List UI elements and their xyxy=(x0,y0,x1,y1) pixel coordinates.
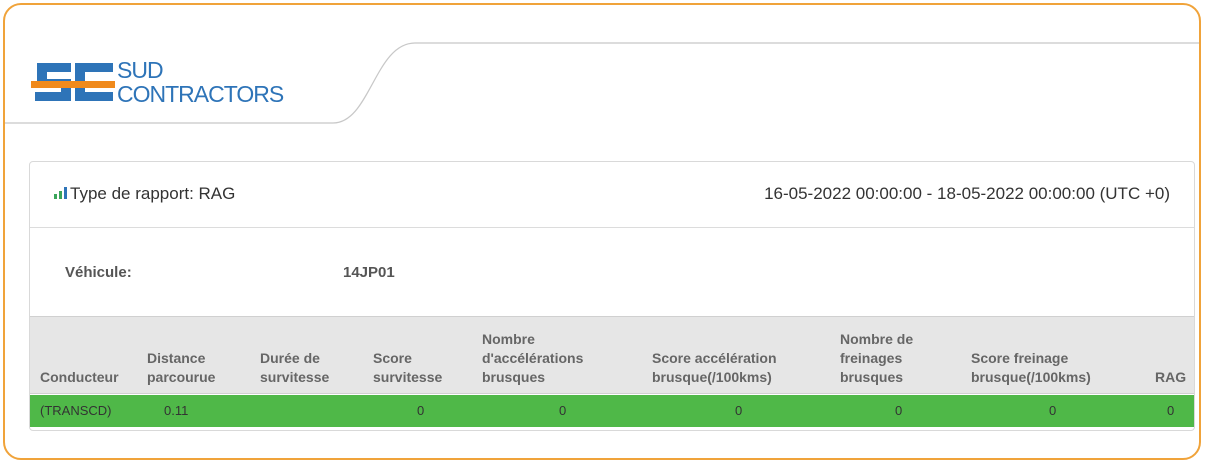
col-header-rag: RAG xyxy=(1155,369,1187,385)
cell-harsh-brake-score: 0 xyxy=(1049,403,1057,418)
date-range: 16-05-2022 00:00:00 - 18-05-2022 00:00:0… xyxy=(764,184,1170,203)
col-header-speeding-score: Score survitesse xyxy=(373,350,443,385)
bar-chart-icon xyxy=(54,187,67,199)
report-panel: Type de rapport: RAG 16-05-2022 00:00:00… xyxy=(29,161,1195,431)
logo-mark-icon xyxy=(31,63,115,101)
col-header-harsh-brake-count: Nombre de freinages brusques xyxy=(840,331,914,385)
vehicle-label: Véhicule: xyxy=(65,264,132,281)
logo-text-line1: SUD xyxy=(117,57,164,83)
cell-harsh-accel-score: 0 xyxy=(735,403,743,418)
col-header-harsh-brake-score: Score freinage brusque(/100kms) xyxy=(971,350,1091,385)
logo-text-line2: CONTRACTORS xyxy=(117,81,284,107)
col-header-speeding-duration: Durée de survitesse xyxy=(260,350,330,385)
col-header-harsh-accel-count: Nombre d'accélérations brusques xyxy=(482,331,584,385)
table-header: Conducteur Distance parcourue Durée de s… xyxy=(30,316,1194,394)
vehicle-value: 14JP01 xyxy=(343,264,395,281)
cell-harsh-brake-count: 0 xyxy=(895,403,903,418)
col-header-driver: Conducteur xyxy=(40,369,119,385)
cell-driver: (TRANSCD) xyxy=(40,403,112,418)
company-logo: SUD CONTRACTORS xyxy=(31,57,331,113)
col-header-harsh-accel-score: Score accélération brusque(/100kms) xyxy=(652,350,777,385)
report-frame: SUD CONTRACTORS Type de rapport: RAG 16-… xyxy=(3,3,1201,460)
report-type-label: Type de rapport: RAG xyxy=(70,184,236,203)
cell-speeding-score: 0 xyxy=(417,403,425,418)
report-header: Type de rapport: RAG 16-05-2022 00:00:00… xyxy=(30,162,1194,228)
cell-rag: 0 xyxy=(1167,403,1175,418)
cell-distance: 0.11 xyxy=(164,403,189,418)
table-row[interactable]: (TRANSCD) 0.11 0 0 0 0 0 0 xyxy=(30,395,1194,427)
col-header-distance: Distance parcourue xyxy=(147,350,216,385)
cell-harsh-accel-count: 0 xyxy=(559,403,567,418)
